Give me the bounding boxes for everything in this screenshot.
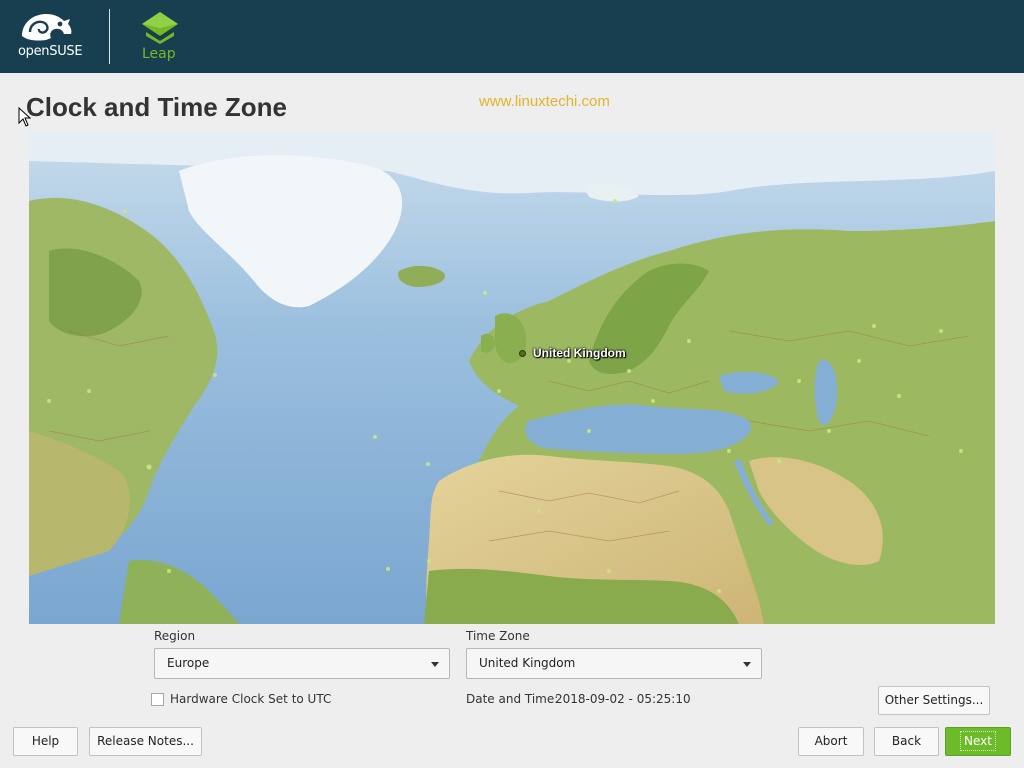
timezone-label: Time Zone — [466, 629, 530, 643]
date-time-value: 2018-09-02 - 05:25:10 — [555, 692, 691, 706]
date-time-label: Date and Time: — [466, 692, 559, 706]
installer-header: openSUSE Leap — [0, 0, 1024, 73]
next-button-label: Next — [960, 731, 996, 751]
timezone-value: United Kingdom — [479, 656, 576, 670]
help-button[interactable]: Help — [13, 727, 78, 756]
region-select[interactable]: Europe — [154, 648, 450, 679]
next-button[interactable]: Next — [945, 727, 1011, 756]
chevron-down-icon — [743, 662, 751, 667]
region-value: Europe — [167, 656, 210, 670]
leap-logo: Leap — [138, 10, 182, 64]
release-notes-button[interactable]: Release Notes... — [89, 727, 202, 756]
product-name: Leap — [142, 46, 176, 62]
opensuse-logo: openSUSE — [14, 10, 90, 62]
brand-name: openSUSE — [18, 44, 83, 59]
chevron-down-icon — [431, 662, 439, 667]
timezone-map[interactable]: United Kingdom — [29, 131, 995, 624]
selected-location-label: United Kingdom — [533, 346, 626, 360]
opensuse-chameleon-icon — [22, 14, 72, 41]
watermark-text: www.linuxtechi.com — [479, 93, 610, 110]
back-button[interactable]: Back — [874, 727, 939, 756]
other-settings-button[interactable]: Other Settings... — [878, 686, 990, 715]
timezone-select[interactable]: United Kingdom — [466, 648, 762, 679]
leap-diamond-icon — [142, 12, 178, 44]
hardware-clock-utc-label[interactable]: Hardware Clock Set to UTC — [170, 692, 331, 706]
abort-button[interactable]: Abort — [798, 727, 864, 756]
page-title: Clock and Time Zone — [26, 92, 288, 122]
header-divider — [109, 9, 110, 64]
hardware-clock-utc-checkbox[interactable] — [151, 693, 164, 706]
world-map-graphic — [29, 131, 995, 624]
region-label: Region — [154, 629, 196, 643]
selected-location-marker[interactable] — [519, 350, 526, 357]
mouse-pointer-icon — [18, 107, 32, 127]
